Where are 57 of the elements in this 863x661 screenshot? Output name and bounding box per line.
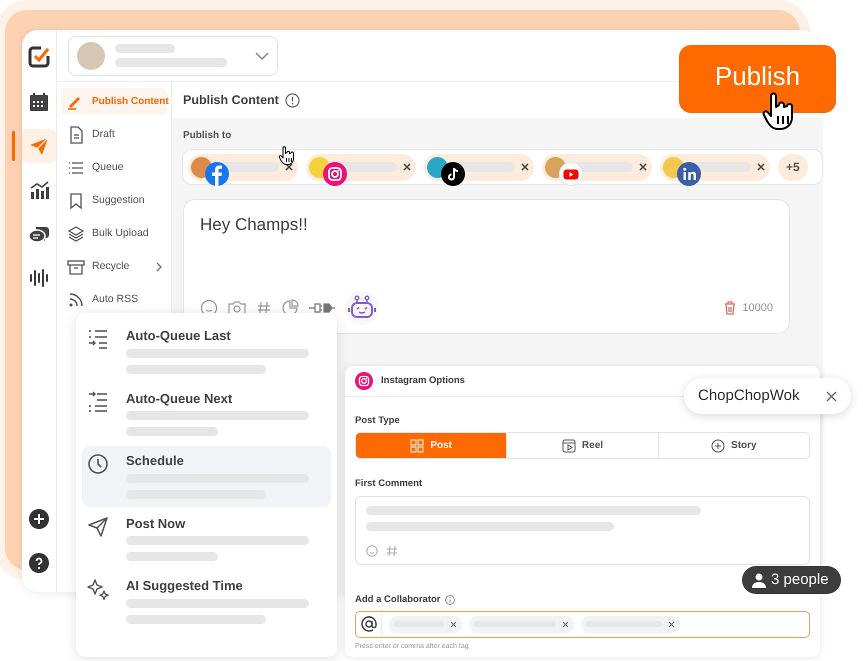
queue-next-icon <box>87 390 109 413</box>
waveform-icon <box>28 267 50 289</box>
queue-last-icon <box>87 328 109 350</box>
chevron-down-icon <box>255 52 269 60</box>
nav-item[interactable]: Queue <box>61 154 167 181</box>
person-icon <box>752 572 766 588</box>
grid-icon <box>410 438 424 453</box>
robot-icon <box>348 295 376 321</box>
bar-chart-icon <box>28 179 50 201</box>
account-name: ChopChopWok <box>698 386 800 406</box>
trash-icon[interactable] <box>724 301 736 315</box>
logo-icon <box>27 45 51 69</box>
page-title: Publish Content <box>183 92 279 109</box>
plus-icon <box>29 509 49 529</box>
more-channels-count[interactable]: +5 <box>778 154 808 180</box>
video-frame-icon <box>562 438 576 453</box>
menu-item[interactable]: Schedule <box>82 446 331 507</box>
layers-icon <box>66 224 86 244</box>
close-icon[interactable] <box>639 163 647 171</box>
clock-icon <box>87 453 109 476</box>
info-icon <box>444 594 455 605</box>
hashtag-icon[interactable] <box>256 300 272 316</box>
avatar-placeholder <box>77 42 105 70</box>
info-icon <box>284 92 300 108</box>
menu-item[interactable]: AI Suggested Time <box>82 571 331 632</box>
ai-assistant-button[interactable] <box>345 291 379 325</box>
calendar-icon <box>28 91 50 113</box>
menu-item[interactable]: Auto-Queue Next <box>82 384 331 444</box>
sparkles-icon <box>87 578 109 600</box>
close-icon[interactable] <box>757 163 765 171</box>
close-icon[interactable] <box>403 163 411 171</box>
menu-item[interactable]: Post Now <box>82 508 331 570</box>
nav-item[interactable]: Draft <box>61 121 167 148</box>
close-icon[interactable] <box>521 163 529 171</box>
nav-item[interactable]: Recycle <box>61 253 167 280</box>
help-icon <box>29 553 49 573</box>
close-icon[interactable] <box>285 163 293 171</box>
at-sign-icon <box>360 616 376 632</box>
active-indicator <box>12 131 15 161</box>
plug-icon[interactable] <box>308 302 336 314</box>
nav-item[interactable]: Suggestion <box>61 187 167 214</box>
post-text: Hey Champs!! <box>200 214 309 236</box>
text-placeholder <box>115 44 175 53</box>
field-label: First Comment <box>355 477 424 492</box>
nav-item[interactable]: Bulk Upload <box>61 220 167 247</box>
section-label: Publish to <box>183 129 232 143</box>
instagram-icon <box>355 372 373 390</box>
send-icon <box>28 135 50 157</box>
plus-circle-icon <box>711 438 726 453</box>
character-counter: 10000 <box>742 300 773 316</box>
field-label: Add a Collaborator <box>355 592 441 606</box>
panel-title: Instagram Options <box>381 374 465 388</box>
post-type-tab[interactable]: Story <box>658 433 809 458</box>
nav-item[interactable]: Auto RSS <box>61 286 167 313</box>
send-icon <box>87 516 109 538</box>
people-count: 3 people <box>771 570 829 590</box>
field-label: Post Type <box>355 414 401 428</box>
